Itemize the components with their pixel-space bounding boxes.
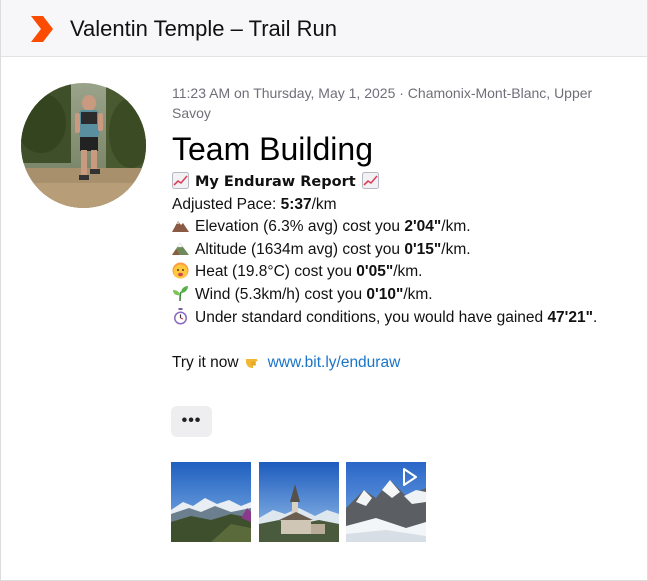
pointing-hand-icon xyxy=(245,358,258,368)
pace-label: Adjusted Pace: xyxy=(172,195,277,213)
cta-line: Try it now www.bit.ly/enduraw xyxy=(172,353,401,371)
altitude-line: Altitude (1634m avg) cost you 0'15"/km. xyxy=(172,239,622,262)
post-title[interactable]: Team Building xyxy=(172,130,622,168)
standard-conditions-line: Under standard conditions, you would hav… xyxy=(172,307,622,330)
enduraw-link[interactable]: www.bit.ly/enduraw xyxy=(268,354,401,371)
header-bar: Valentin Temple – Trail Run xyxy=(1,0,647,57)
report-name: My Enduraw Report xyxy=(195,174,356,190)
report-heading: My Enduraw Report xyxy=(172,171,622,194)
wind-line: Wind (5.3km/h) cost you 0'10"/km. xyxy=(172,284,622,307)
avatar[interactable] xyxy=(21,83,146,208)
stopwatch-icon xyxy=(174,307,187,325)
photo-thumbnail[interactable] xyxy=(171,462,251,542)
pace-unit: /km xyxy=(311,195,337,213)
photo-thumbnail[interactable] xyxy=(259,462,339,542)
mountain-icon xyxy=(172,221,189,233)
chart-increasing-icon xyxy=(361,172,379,189)
chart-increasing-icon xyxy=(172,172,189,189)
snow-mountain-icon xyxy=(172,242,189,255)
post-description: My Enduraw Report Adjusted Pace: 5:37/km… xyxy=(172,171,622,374)
pace-value: 5:37 xyxy=(280,195,312,213)
elevation-line: Elevation (6.3% avg) cost you 2'04"/km. xyxy=(172,216,622,239)
hot-face-icon xyxy=(172,262,189,279)
strava-chevron-icon xyxy=(31,16,53,42)
seedling-icon xyxy=(173,285,188,301)
activity-title-header: Valentin Temple – Trail Run xyxy=(70,16,337,41)
play-icon[interactable] xyxy=(403,468,417,486)
heat-line: Heat (19.8°C) cost you 0'05"/km. xyxy=(172,261,622,284)
more-options-button[interactable]: ••• xyxy=(171,406,212,437)
post-content: 11:23 AM on Thursday, May 1, 2025 · Cham… xyxy=(172,83,622,374)
video-thumbnail[interactable] xyxy=(346,462,426,542)
activity-card: Valentin Temple – Trail Run 11:23 AM on … xyxy=(0,0,648,581)
adjusted-pace-line: Adjusted Pace: 5:37/km xyxy=(172,194,622,217)
activity-meta: 11:23 AM on Thursday, May 1, 2025 · Cham… xyxy=(172,85,593,121)
